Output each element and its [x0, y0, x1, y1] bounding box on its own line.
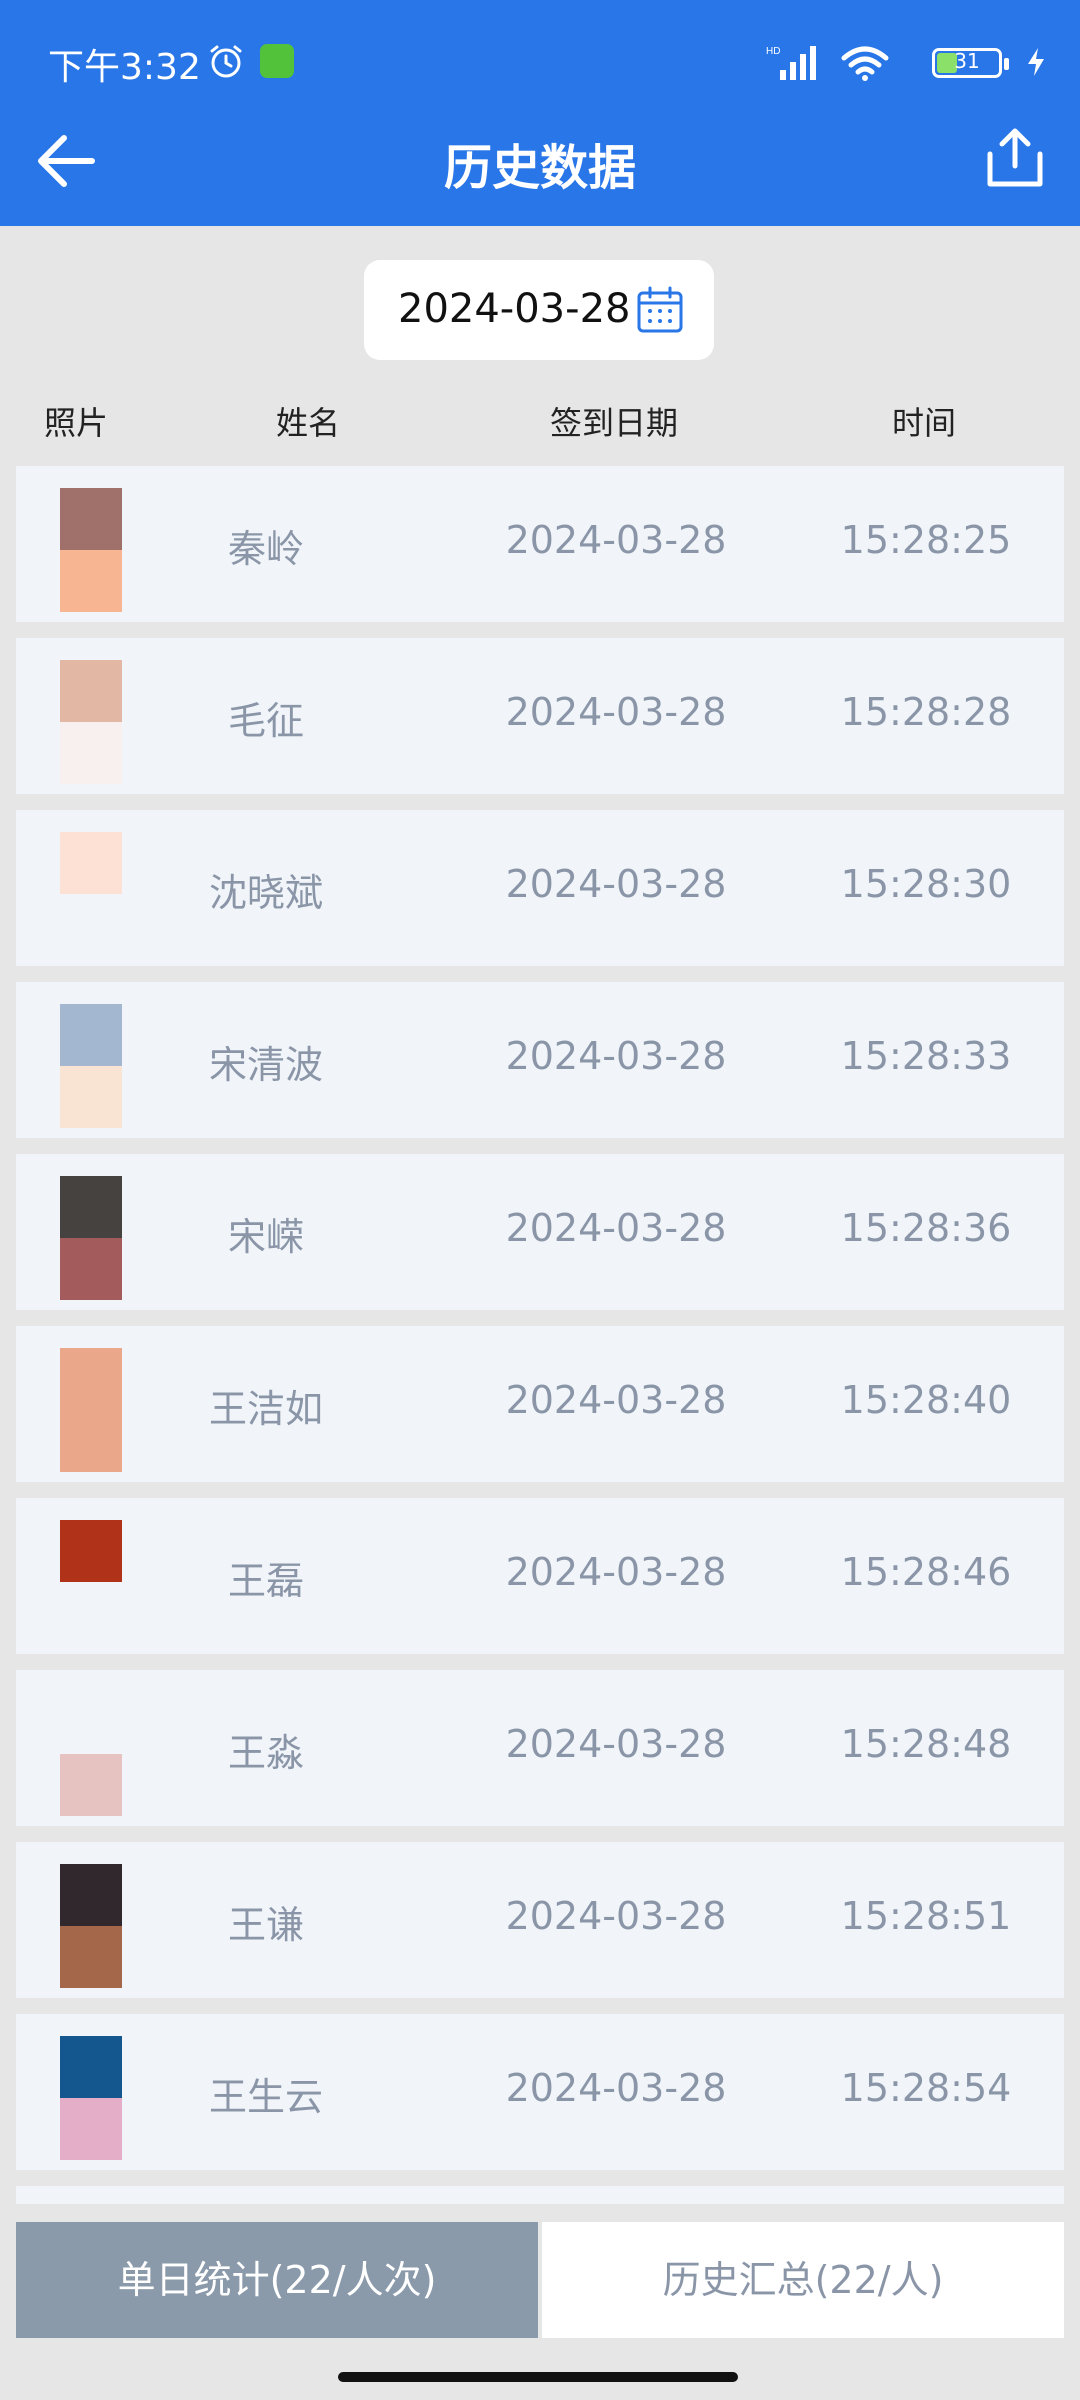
name-cell: 王淼 [227, 1731, 304, 1775]
tab-daily-stats[interactable]: 单日统计(22/人次) [16, 2222, 538, 2338]
table-row[interactable]: 王洁如 2024-03-28 15:28:40 [16, 1326, 1064, 1482]
avatar-photo [60, 1520, 122, 1644]
table-row[interactable]: 秦岭 2024-03-28 15:28:25 [16, 466, 1064, 622]
name-cell: 秦岭 [227, 527, 304, 571]
time-cell: 15:28:36 [840, 1206, 1012, 1250]
date-cell: 2024-03-28 [505, 862, 727, 906]
name-cell: 王谦 [227, 1903, 304, 1947]
time-cell: 15:28:51 [840, 1894, 1012, 1938]
time-cell: 15:28:46 [840, 1550, 1012, 1594]
page-title: 历史数据 [443, 140, 636, 196]
column-header-date: 签到日期 [550, 404, 679, 442]
date-picker[interactable]: 2024-03-28 [364, 260, 714, 360]
table-header: 照片 姓名 签到日期 时间 [0, 392, 1080, 452]
bottom-tabs: 单日统计(22/人次) 历史汇总(22/人) [16, 2222, 1064, 2338]
date-cell: 2024-03-28 [505, 1034, 727, 1078]
signal-icon: HD [766, 46, 816, 80]
time-cell: 15:28:33 [840, 1034, 1012, 1078]
date-cell: 2024-03-28 [505, 2066, 727, 2110]
app-header: 下午3:32 HD 31 历史数据 [0, 0, 1080, 226]
date-cell: 2024-03-28 [505, 1378, 727, 1422]
date-value: 2024-03-28 [398, 286, 631, 332]
table-row[interactable]: 宋嵘 2024-03-28 15:28:36 [16, 1154, 1064, 1310]
svg-text:HD: HD [766, 46, 780, 57]
table-row[interactable]: 王淼 2024-03-28 15:28:48 [16, 1670, 1064, 1826]
avatar-photo [60, 1176, 122, 1300]
battery-level: 31 [954, 49, 980, 73]
time-cell: 15:28:48 [840, 1722, 1012, 1766]
alarm-icon [210, 45, 242, 78]
battery-icon: 31 [932, 48, 1009, 78]
time-cell: 15:28:28 [840, 690, 1012, 734]
name-cell: 王生云 [208, 2075, 323, 2119]
name-cell: 宋嵘 [227, 1215, 304, 1259]
name-cell: 沈晓斌 [208, 871, 323, 915]
time-cell: 15:28:25 [840, 518, 1012, 562]
avatar-photo [60, 488, 122, 612]
column-header-name: 姓名 [276, 404, 341, 442]
table-row[interactable]: 沈晓斌 2024-03-28 15:28:30 [16, 810, 1064, 966]
calendar-icon [637, 286, 683, 333]
table-row[interactable]: 王磊 2024-03-28 15:28:46 [16, 1498, 1064, 1654]
avatar-photo [60, 1004, 122, 1128]
name-cell: 毛征 [227, 699, 304, 743]
table-row[interactable]: 毛征 2024-03-28 15:28:28 [16, 638, 1064, 794]
status-time: 下午3:32 [48, 47, 201, 88]
avatar-photo [60, 2036, 122, 2160]
tab-history-summary[interactable]: 历史汇总(22/人) [542, 2222, 1064, 2338]
date-cell: 2024-03-28 [505, 1206, 727, 1250]
partial-row [16, 2186, 1064, 2204]
avatar-photo [60, 1348, 122, 1472]
date-cell: 2024-03-28 [505, 1894, 727, 1938]
table-row[interactable]: 宋清波 2024-03-28 15:28:33 [16, 982, 1064, 1138]
avatar-photo [60, 832, 122, 956]
column-header-time: 时间 [892, 404, 957, 442]
app-notification-icon [260, 44, 294, 78]
column-header-photo: 照片 [44, 404, 109, 442]
name-cell: 王磊 [227, 1559, 304, 1603]
name-cell: 宋清波 [208, 1043, 323, 1087]
status-bar: 下午3:32 HD 31 [0, 0, 1080, 130]
avatar-photo [60, 1864, 122, 1988]
name-cell: 王洁如 [208, 1387, 323, 1431]
avatar-photo [60, 660, 122, 784]
table-row[interactable]: 王生云 2024-03-28 15:28:54 [16, 2014, 1064, 2170]
charging-icon [1028, 48, 1044, 76]
share-icon[interactable] [980, 124, 1050, 194]
time-cell: 15:28:30 [840, 862, 1012, 906]
home-indicator[interactable] [338, 2372, 738, 2382]
table-row[interactable]: 王谦 2024-03-28 15:28:51 [16, 1842, 1064, 1998]
date-cell: 2024-03-28 [505, 518, 727, 562]
time-cell: 15:28:40 [840, 1378, 1012, 1422]
date-cell: 2024-03-28 [505, 1550, 727, 1594]
wifi-icon [841, 46, 889, 81]
time-cell: 15:28:54 [840, 2066, 1012, 2110]
date-cell: 2024-03-28 [505, 690, 727, 734]
avatar-photo [60, 1692, 122, 1816]
date-cell: 2024-03-28 [505, 1722, 727, 1766]
